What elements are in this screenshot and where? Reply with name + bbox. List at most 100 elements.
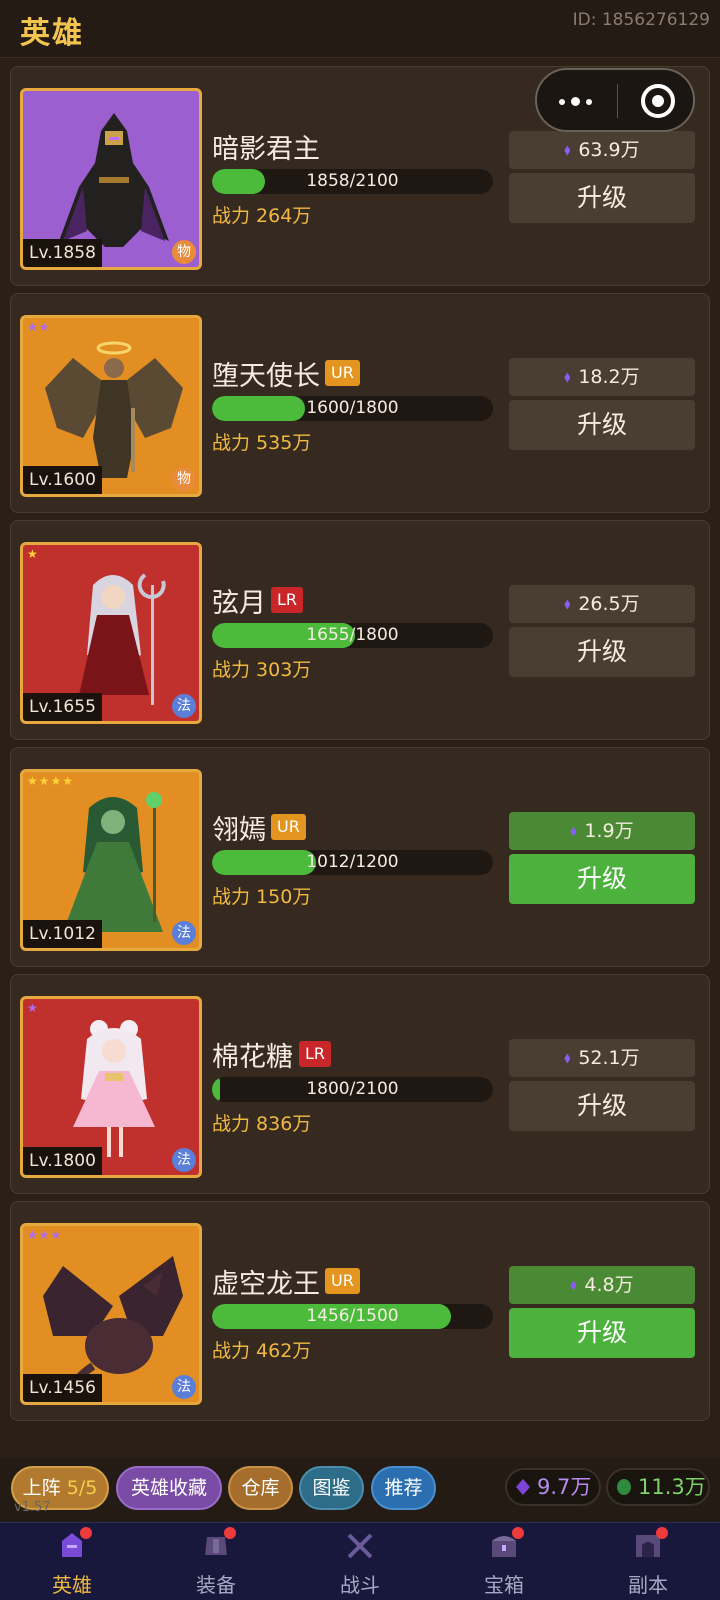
hero-name: 翎嫣 <box>212 815 266 846</box>
hero-portrait[interactable]: ★★ Lv.1600 物 <box>20 315 202 497</box>
hero-level: Lv.1012 <box>23 920 102 948</box>
rarity-badge: LR <box>299 1041 332 1067</box>
hero-card: ★★★★ Lv.1012 法 翎嫣 UR 1012/1200 战力 150万 1… <box>10 747 710 967</box>
tab-chest[interactable]: 宝箱 <box>432 1523 576 1600</box>
rarity-badge: UR <box>271 814 306 840</box>
upgrade-cost: 4.8万 <box>509 1266 695 1304</box>
cost-value: 1.9万 <box>584 820 634 842</box>
gem-balance: 9.7万 <box>505 1468 601 1506</box>
hero-name: 堕天使长 <box>212 361 320 392</box>
hero-card: ★★★ Lv.1456 法 虚空龙王 UR 1456/1500 战力 462万 … <box>10 1201 710 1421</box>
damage-type-badge: 法 <box>172 1375 196 1399</box>
gem-icon <box>516 1479 530 1495</box>
tab-label: 宝箱 <box>484 1573 524 1597</box>
hero-portrait[interactable]: ★★★ Lv.1456 法 <box>20 1223 202 1405</box>
hero-power: 战力 462万 <box>212 1340 312 1362</box>
hero-portrait[interactable]: ★ Lv.1800 法 <box>20 996 202 1178</box>
exp-bar: 1456/1500 <box>212 1304 493 1329</box>
exp-text: 1600/1800 <box>306 398 399 418</box>
damage-type-badge: 物 <box>172 467 196 491</box>
exp-text: 1800/2100 <box>306 1079 399 1099</box>
upgrade-button[interactable]: 升级 <box>509 1308 695 1358</box>
coin-balance: 11.3万 <box>606 1468 710 1506</box>
hero-power: 战力 535万 <box>212 432 312 454</box>
star-rating: ★★★ <box>27 1228 63 1242</box>
gem-icon <box>564 145 571 156</box>
tab-hero[interactable]: 英雄 <box>0 1523 144 1600</box>
capsule-divider <box>617 84 618 118</box>
cost-value: 26.5万 <box>578 593 640 615</box>
upgrade-cost: 1.9万 <box>509 812 695 850</box>
upgrade-button[interactable]: 升级 <box>509 854 695 904</box>
damage-type-badge: 法 <box>172 694 196 718</box>
coin-icon <box>617 1479 631 1495</box>
star-rating: ★★★★ <box>27 774 75 788</box>
upgrade-button[interactable]: 升级 <box>509 1081 695 1131</box>
cost-value: 18.2万 <box>578 366 640 388</box>
star-rating: ★★ <box>27 320 51 334</box>
upgrade-cost: 18.2万 <box>509 358 695 396</box>
exp-bar: 1858/2100 <box>212 169 493 194</box>
upgrade-button[interactable]: 升级 <box>509 627 695 677</box>
cost-value: 4.8万 <box>584 1274 634 1296</box>
hero-power: 战力 303万 <box>212 659 312 681</box>
exp-text: 1858/2100 <box>306 171 399 191</box>
upgrade-cost: 63.9万 <box>509 131 695 169</box>
recommend-button[interactable]: 推荐 <box>371 1466 436 1510</box>
star-rating: ★ <box>27 547 39 561</box>
tab-equipment[interactable]: 装备 <box>144 1523 288 1600</box>
hero-level: Lv.1800 <box>23 1147 102 1175</box>
crossed-swords-icon <box>347 1533 373 1559</box>
tab-label: 装备 <box>196 1573 236 1597</box>
tab-label: 副本 <box>628 1573 668 1597</box>
exp-text: 1655/1800 <box>306 625 399 645</box>
bottom-tab-bar: 英雄 装备 战斗 宝箱 副本 <box>0 1522 720 1600</box>
exp-bar: 1655/1800 <box>212 623 493 648</box>
damage-type-badge: 物 <box>172 240 196 264</box>
cost-value: 52.1万 <box>578 1047 640 1069</box>
notification-dot <box>224 1527 236 1539</box>
hero-name: 暗影君主 <box>212 134 320 165</box>
upgrade-button[interactable]: 升级 <box>509 173 695 223</box>
hero-card: ★ Lv.1655 法 弦月 LR 1655/1800 战力 303万 26.5… <box>10 520 710 740</box>
tab-label: 战斗 <box>340 1573 380 1597</box>
filter-bar: 上阵 5/5 英雄收藏 仓库 图鉴 推荐 9.7万 11.3万 <box>0 1458 720 1522</box>
hero-card: ★ Lv.1800 法 棉花糖 LR 1800/2100 战力 836万 52.… <box>10 974 710 1194</box>
exp-bar: 1600/1800 <box>212 396 493 421</box>
tab-battle[interactable]: 战斗 <box>288 1523 432 1600</box>
hero-name: 棉花糖 <box>212 1042 293 1073</box>
hero-power: 战力 150万 <box>212 886 312 908</box>
close-icon[interactable] <box>641 84 675 118</box>
rarity-badge: LR <box>271 587 304 613</box>
gem-amount: 9.7万 <box>537 1475 592 1499</box>
hero-portrait[interactable]: ★★★★ Lv.1012 法 <box>20 769 202 951</box>
exp-bar: 1800/2100 <box>212 1077 493 1102</box>
hero-portrait[interactable]: ★ Lv.1655 法 <box>20 542 202 724</box>
hero-collection-button[interactable]: 英雄收藏 <box>116 1466 222 1510</box>
top-bar: 英雄 ID: 1856276129 <box>0 0 720 58</box>
tab-label: 英雄 <box>52 1573 92 1597</box>
mini-program-capsule <box>535 68 695 132</box>
exp-bar: 1012/1200 <box>212 850 493 875</box>
hero-level: Lv.1456 <box>23 1374 102 1402</box>
lineup-label: 上阵 <box>22 1477 61 1499</box>
coin-amount: 11.3万 <box>638 1475 706 1499</box>
version-label: v1.57 <box>14 1500 51 1515</box>
warehouse-button[interactable]: 仓库 <box>228 1466 293 1510</box>
more-icon[interactable] <box>559 92 599 112</box>
hero-portrait[interactable]: Lv.1858 物 <box>20 88 202 270</box>
hero-level: Lv.1600 <box>23 466 102 494</box>
upgrade-button[interactable]: 升级 <box>509 400 695 450</box>
user-id: ID: 1856276129 <box>572 10 710 30</box>
notification-dot <box>656 1527 668 1539</box>
notification-dot <box>512 1527 524 1539</box>
codex-button[interactable]: 图鉴 <box>299 1466 364 1510</box>
page-title: 英雄 <box>20 16 84 51</box>
hero-name: 弦月 <box>212 588 266 619</box>
damage-type-badge: 法 <box>172 1148 196 1172</box>
gem-icon <box>564 372 571 383</box>
tab-dungeon[interactable]: 副本 <box>576 1523 720 1600</box>
upgrade-cost: 26.5万 <box>509 585 695 623</box>
cost-value: 63.9万 <box>578 139 640 161</box>
exp-text: 1012/1200 <box>306 852 399 872</box>
